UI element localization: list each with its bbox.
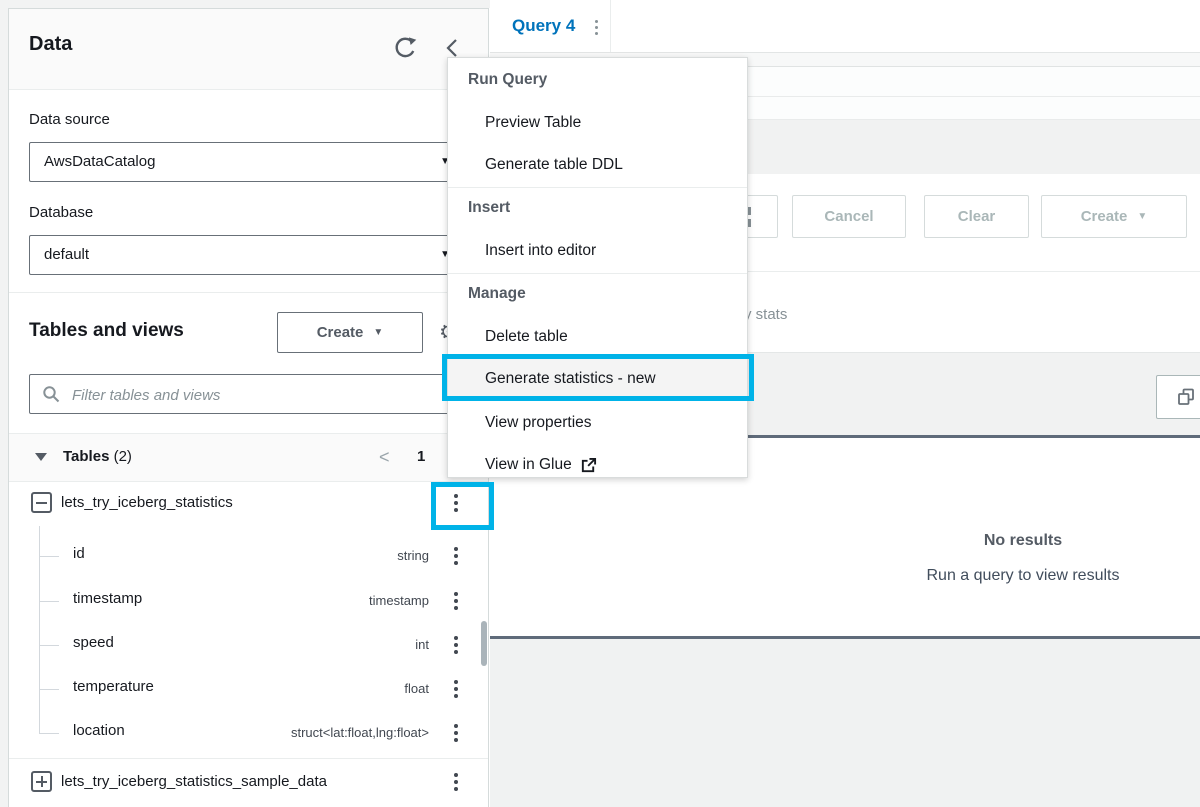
collapse-tables-toggle[interactable]	[35, 453, 47, 461]
filter-tables-field	[29, 374, 465, 414]
pagination-prev-icon[interactable]: <	[379, 448, 390, 466]
tab-separator	[610, 0, 611, 52]
bottom-background	[490, 639, 1200, 807]
divider	[9, 292, 488, 293]
clear-button[interactable]: Clear	[924, 195, 1029, 238]
column-type: timestamp	[229, 593, 429, 608]
top-gutter	[8, 0, 490, 8]
refresh-button[interactable]	[392, 35, 418, 61]
column-actions-kebab-icon[interactable]	[454, 680, 458, 698]
partial-icon	[748, 219, 751, 227]
menu-group-manage: Manage	[468, 283, 526, 305]
table-row-collapsed[interactable]: lets_try_iceberg_statistics_sample_data	[9, 759, 488, 804]
data-source-value: AwsDataCatalog	[44, 143, 155, 181]
pagination-page-number[interactable]: 1	[417, 448, 425, 465]
table-actions-kebab-icon[interactable]	[454, 773, 458, 791]
left-gutter	[0, 0, 8, 807]
sidebar-title: Data	[29, 33, 72, 56]
annotation-box-generate-statistics	[442, 354, 754, 401]
no-results-hint: Run a query to view results	[823, 567, 1200, 585]
column-type: string	[229, 548, 429, 563]
search-icon	[42, 385, 61, 404]
tables-group-label: Tables	[63, 448, 109, 465]
column-name: speed	[73, 634, 114, 651]
column-name: timestamp	[73, 590, 142, 607]
database-value: default	[44, 236, 89, 274]
copy-results-button[interactable]	[1156, 375, 1200, 419]
expand-plus-icon[interactable]	[31, 771, 52, 792]
menu-item-delete-table[interactable]: Delete table	[485, 326, 568, 348]
table-column-row[interactable]: timestamp timestamp	[9, 590, 488, 612]
column-type: int	[229, 637, 429, 652]
table-column-row[interactable]: location struct<lat:float,lng:float>	[9, 722, 488, 744]
partial-icon	[748, 207, 751, 215]
create-button[interactable]: Create ▼	[1041, 195, 1187, 238]
menu-divider	[448, 273, 747, 274]
menu-divider	[448, 187, 747, 188]
column-type: float	[229, 681, 429, 696]
menu-group-run-query: Run Query	[468, 69, 547, 91]
external-link-icon	[580, 457, 597, 474]
tab-query-4[interactable]: Query 4	[512, 16, 575, 36]
table-column-row[interactable]: temperature float	[9, 678, 488, 700]
tab-options-kebab-icon[interactable]	[595, 20, 598, 34]
column-actions-kebab-icon[interactable]	[454, 636, 458, 654]
column-name: id	[73, 545, 85, 562]
column-actions-kebab-icon[interactable]	[454, 592, 458, 610]
column-actions-kebab-icon[interactable]	[454, 547, 458, 565]
menu-item-preview-table[interactable]: Preview Table	[485, 112, 581, 134]
table-context-menu: Run Query Preview Table Generate table D…	[447, 57, 748, 478]
athena-query-editor-page: Data Data source AwsDataCatalog ▼ Databa…	[0, 0, 1200, 807]
tables-and-views-title: Tables and views	[29, 320, 184, 342]
sidebar-scrollbar-thumb[interactable]	[481, 621, 487, 666]
annotation-box-kebab	[431, 482, 494, 530]
collapse-minus-icon[interactable]	[31, 492, 52, 513]
menu-group-insert: Insert	[468, 197, 510, 219]
chevron-down-icon: ▼	[373, 327, 383, 338]
data-source-select[interactable]: AwsDataCatalog ▼	[29, 142, 465, 182]
create-table-button[interactable]: Create ▼	[277, 312, 423, 353]
menu-item-view-in-glue[interactable]: View in Glue	[485, 454, 597, 476]
column-name: temperature	[73, 678, 154, 695]
data-sidebar: Data Data source AwsDataCatalog ▼ Databa…	[8, 8, 489, 807]
query-stats-text: y stats	[744, 306, 787, 323]
tables-count: (2)	[114, 448, 132, 465]
query-tab-bar: Query 4	[490, 0, 1200, 53]
chevron-down-icon: ▼	[1137, 211, 1147, 222]
table-column-row[interactable]: id string	[9, 545, 488, 567]
column-name: location	[73, 722, 125, 739]
cancel-button[interactable]: Cancel	[792, 195, 906, 238]
data-source-label: Data source	[29, 111, 110, 128]
table-name: lets_try_iceberg_statistics_sample_data	[61, 773, 327, 790]
database-select[interactable]: default ▼	[29, 235, 465, 275]
column-type: struct<lat:float,lng:float>	[184, 725, 429, 740]
table-row-expanded[interactable]: lets_try_iceberg_statistics	[9, 480, 488, 526]
table-column-row[interactable]: speed int	[9, 634, 488, 656]
column-actions-kebab-icon[interactable]	[454, 724, 458, 742]
menu-item-generate-table-ddl[interactable]: Generate table DDL	[485, 154, 623, 176]
create-button-label: Create	[317, 324, 364, 341]
filter-tables-input[interactable]	[70, 376, 454, 414]
database-label: Database	[29, 204, 93, 221]
menu-item-view-properties[interactable]: View properties	[485, 412, 592, 434]
menu-item-insert-into-editor[interactable]: Insert into editor	[485, 240, 596, 262]
copy-icon	[1176, 387, 1196, 407]
sidebar-header: Data	[9, 9, 488, 90]
refresh-icon	[392, 35, 418, 61]
no-results-title: No results	[823, 532, 1200, 550]
table-name: lets_try_iceberg_statistics	[61, 494, 233, 511]
tables-group-header: Tables (2) < 1	[9, 433, 488, 482]
